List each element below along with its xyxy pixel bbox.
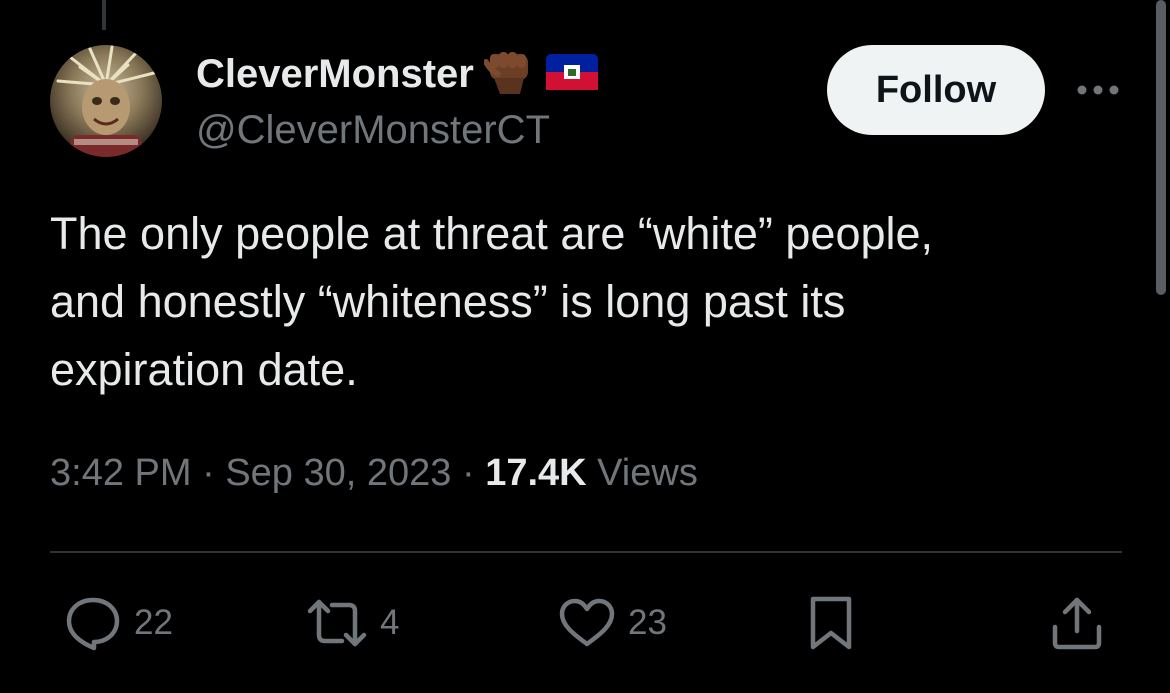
display-name[interactable]: CleverMonster: [196, 52, 474, 97]
reply-icon: [66, 597, 120, 651]
divider: [50, 551, 1122, 553]
author-handle[interactable]: @CleverMonsterCT: [196, 108, 550, 153]
repost-icon: [307, 599, 367, 647]
tweet-time[interactable]: 3:42 PM: [50, 452, 192, 494]
meta-separator: ·: [191, 452, 226, 494]
thread-connector-line: [102, 0, 106, 30]
reply-count: 22: [134, 603, 173, 642]
views-label: Views: [586, 452, 698, 494]
views-count: 17.4K: [485, 452, 587, 494]
share-button[interactable]: [1050, 595, 1104, 651]
like-count: 23: [628, 603, 667, 642]
repost-button[interactable]: 4: [306, 595, 399, 651]
tweet-text: The only people at threat are “white” pe…: [50, 208, 934, 395]
tweet-metadata: 3:42 PM · Sep 30, 2023 · 17.4K Views: [50, 452, 698, 495]
follow-button[interactable]: Follow: [827, 45, 1045, 135]
like-button[interactable]: 23: [558, 595, 667, 651]
avatar[interactable]: [50, 45, 162, 157]
share-icon: [1052, 597, 1102, 650]
meta-separator: ·: [451, 452, 486, 494]
more-horizontal-icon: [1077, 85, 1119, 95]
heart-icon: [559, 598, 615, 647]
avatar-image: [56, 45, 156, 157]
author-name-row[interactable]: CleverMonster: [196, 50, 598, 98]
tweet-date[interactable]: Sep 30, 2023: [225, 452, 451, 494]
repost-count: 4: [380, 603, 400, 642]
more-options-button[interactable]: [1073, 72, 1123, 108]
scrollbar[interactable]: [1156, 0, 1166, 295]
raised-fist-emoji-icon: [482, 48, 536, 101]
reply-button[interactable]: 22: [64, 595, 173, 651]
haiti-flag-emoji-icon: [545, 53, 598, 95]
bookmark-button[interactable]: [808, 595, 854, 651]
bookmark-icon: [810, 596, 852, 650]
